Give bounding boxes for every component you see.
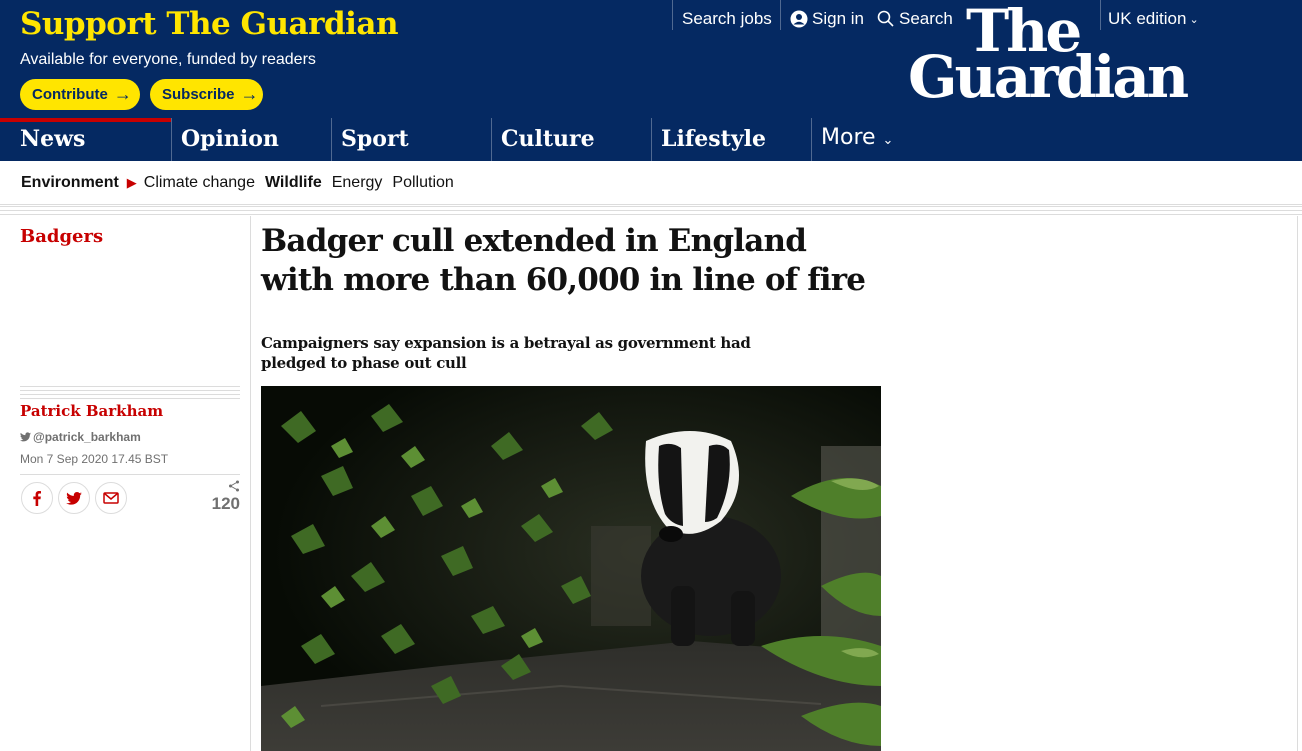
share-twitter-button[interactable] xyxy=(58,482,90,514)
divider xyxy=(20,474,240,475)
sign-in-link[interactable]: Sign in xyxy=(790,8,864,30)
share-email-button[interactable] xyxy=(95,482,127,514)
badger-photo xyxy=(261,386,881,751)
subnav-energy[interactable]: Energy xyxy=(332,174,383,192)
triangle-right-icon: ▶ xyxy=(126,174,137,190)
contribute-button[interactable]: Contribute → xyxy=(20,79,140,110)
pillar-more[interactable]: More ⌄ xyxy=(811,118,931,161)
user-icon xyxy=(790,10,808,28)
pillar-culture-label: Culture xyxy=(501,126,595,152)
subnav-environment[interactable]: Environment xyxy=(21,174,119,192)
pillar-sport-label: Sport xyxy=(341,126,409,152)
search-icon xyxy=(877,10,894,27)
subscribe-label: Subscribe xyxy=(162,86,235,103)
twitter-icon xyxy=(20,432,31,442)
search-jobs-link[interactable]: Search jobs xyxy=(682,8,772,30)
pillar-lifestyle-label: Lifestyle xyxy=(661,126,766,152)
pillar-opinion[interactable]: Opinion xyxy=(171,118,331,161)
more-label: More xyxy=(821,125,876,150)
divider xyxy=(780,0,781,30)
guardian-logo[interactable]: The Guardian xyxy=(908,2,1208,112)
email-icon xyxy=(103,492,119,504)
support-title: Support The Guardian xyxy=(20,6,399,42)
twitter-handle-label: @patrick_barkham xyxy=(33,430,141,444)
pillar-nav: News Opinion Sport Culture Lifestyle Mor… xyxy=(0,118,1302,161)
active-indicator xyxy=(0,118,172,122)
series-kicker[interactable]: Badgers xyxy=(20,226,103,247)
sign-in-label: Sign in xyxy=(812,9,864,28)
subnav-pollution[interactable]: Pollution xyxy=(392,174,453,192)
pillar-opinion-label: Opinion xyxy=(181,126,279,152)
share-facebook-button[interactable] xyxy=(21,482,53,514)
twitter-handle[interactable]: @patrick_barkham xyxy=(20,430,141,444)
subnav-wildlife[interactable]: Wildlife xyxy=(265,174,322,192)
author-byline[interactable]: Patrick Barkham xyxy=(20,402,163,420)
contribute-label: Contribute xyxy=(32,86,108,103)
logo-line-2: Guardian xyxy=(908,43,1189,111)
chevron-down-icon: ⌄ xyxy=(882,133,894,148)
pillar-culture[interactable]: Culture xyxy=(491,118,651,161)
section-rules xyxy=(0,206,1302,216)
pillar-sport[interactable]: Sport xyxy=(331,118,491,161)
twitter-icon xyxy=(66,491,82,505)
section-subnav: Environment ▶ Climate change Wildlife En… xyxy=(0,161,1302,205)
arrow-right-icon: → xyxy=(113,84,132,104)
pillar-news[interactable]: News xyxy=(0,118,172,161)
masthead: Support The Guardian Available for every… xyxy=(0,0,1302,118)
pillar-news-label: News xyxy=(20,126,86,152)
facebook-icon xyxy=(33,490,41,506)
pillar-lifestyle[interactable]: Lifestyle xyxy=(651,118,811,161)
article-main-image xyxy=(261,386,881,751)
share-icon xyxy=(196,480,240,494)
column-divider xyxy=(1297,216,1298,751)
subscribe-button[interactable]: Subscribe → xyxy=(150,79,263,110)
share-count-value: 120 xyxy=(211,494,240,513)
column-divider xyxy=(250,216,251,751)
subnav-climate-change[interactable]: Climate change xyxy=(144,174,255,192)
support-subtitle: Available for everyone, funded by reader… xyxy=(20,51,316,68)
share-count: 120 xyxy=(196,480,240,514)
divider xyxy=(672,0,673,30)
arrow-right-icon: → xyxy=(240,84,259,104)
search-jobs-label: Search jobs xyxy=(682,9,772,28)
article-headline: Badger cull extended in England with mor… xyxy=(261,223,866,298)
meta-rules xyxy=(20,386,240,402)
article-standfirst: Campaigners say expansion is a betrayal … xyxy=(261,334,751,372)
publish-date: Mon 7 Sep 2020 17.45 BST xyxy=(20,452,169,466)
